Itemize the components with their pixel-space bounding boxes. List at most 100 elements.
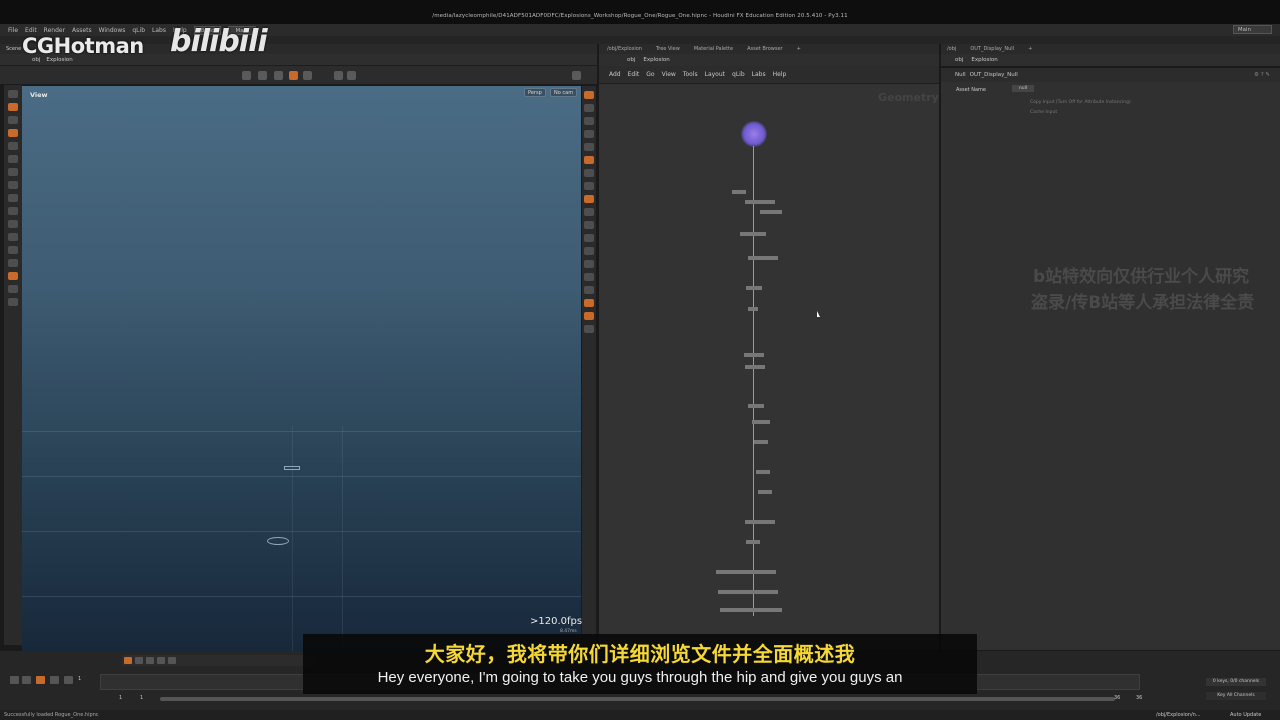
net-menu-help[interactable]: Help (773, 71, 787, 78)
hide-icon[interactable] (584, 260, 594, 268)
render-region-icon[interactable] (8, 272, 18, 280)
tab-tree-view[interactable]: Tree View (656, 46, 680, 52)
node[interactable] (746, 286, 762, 290)
display-icon[interactable] (8, 285, 18, 293)
menu-assets[interactable]: Assets (72, 27, 92, 34)
guide-icon[interactable] (584, 208, 594, 216)
lock-icon[interactable] (8, 129, 18, 137)
lock-icon[interactable] (584, 117, 594, 125)
ghost-icon[interactable] (584, 156, 594, 164)
rotate-tool-icon[interactable] (274, 71, 283, 80)
path-explosion[interactable]: Explosion (643, 57, 669, 63)
scene-viewport[interactable] (22, 86, 581, 651)
node[interactable] (746, 540, 760, 544)
handle-tool-icon[interactable] (289, 71, 298, 80)
tab-obj-explosion[interactable]: /obj/Explosion (607, 46, 642, 52)
node[interactable] (754, 440, 768, 444)
step-back-icon[interactable] (22, 676, 31, 684)
node[interactable] (756, 470, 770, 474)
frame-field[interactable]: 1 (78, 676, 81, 682)
gear-icon[interactable]: ⚙ ? ✎ (1254, 72, 1270, 78)
render-icon[interactable] (347, 71, 356, 80)
add-tab-icon[interactable]: + (1028, 46, 1032, 52)
wire-icon[interactable] (584, 104, 594, 112)
first-frame-icon[interactable] (10, 676, 19, 684)
handle-icon[interactable] (8, 155, 18, 163)
stop-icon[interactable] (135, 657, 143, 664)
node[interactable] (732, 190, 746, 194)
key-all-channels[interactable]: Key All Channels (1206, 692, 1266, 700)
no-cam-button[interactable]: No cam (550, 88, 578, 97)
node[interactable] (744, 353, 764, 357)
play-icon[interactable] (50, 676, 59, 684)
bg-icon[interactable] (584, 195, 594, 203)
snap-tool-icon[interactable] (8, 220, 18, 228)
select-tool-icon[interactable] (242, 71, 251, 80)
right-desktop-dropdown[interactable]: Main (1232, 25, 1272, 34)
asset-name-field[interactable]: null (1012, 85, 1034, 92)
snap2-icon[interactable] (584, 221, 594, 229)
zoom-icon[interactable] (146, 657, 154, 664)
network-editor[interactable] (599, 84, 939, 650)
flip-icon[interactable] (584, 286, 594, 294)
sel-icon[interactable] (584, 247, 594, 255)
range-end[interactable]: 36 (1114, 695, 1120, 701)
net-menu-qlib[interactable]: qLib (732, 71, 745, 78)
object-handle[interactable] (284, 466, 300, 470)
edit-icon[interactable] (8, 168, 18, 176)
range-start[interactable]: 1 (140, 695, 143, 701)
snap-icon[interactable] (157, 657, 165, 664)
end-frame[interactable]: 36 (1136, 695, 1142, 701)
magnet-icon[interactable] (8, 246, 18, 254)
node-name-field[interactable]: OUT_Display_Null (970, 72, 1018, 78)
network-dot-icon[interactable] (741, 121, 767, 147)
tab-material-palette[interactable]: Material Palette (694, 46, 733, 52)
menu-windows[interactable]: Windows (99, 27, 126, 34)
measure-icon[interactable] (8, 207, 18, 215)
net-menu-layout[interactable]: Layout (705, 71, 725, 78)
frame-icon[interactable] (584, 312, 594, 320)
net-menu-edit[interactable]: Edit (628, 71, 640, 78)
viewport-label[interactable]: View (30, 91, 48, 99)
node[interactable] (752, 420, 770, 424)
opts-icon[interactable] (584, 325, 594, 333)
net-menu-view[interactable]: View (662, 71, 676, 78)
node[interactable] (745, 520, 775, 524)
node[interactable] (718, 590, 778, 594)
grid-icon[interactable] (8, 233, 18, 241)
net-menu-go[interactable]: Go (646, 71, 654, 78)
stop-playback-icon[interactable] (36, 676, 45, 684)
node[interactable] (745, 200, 775, 204)
camera-icon[interactable] (334, 71, 343, 80)
add-tab-icon[interactable]: + (797, 46, 801, 52)
path-obj[interactable]: obj (627, 57, 635, 63)
menu-edit[interactable]: Edit (25, 27, 37, 34)
menu-labs[interactable]: Labs (152, 27, 166, 34)
point-icon[interactable] (584, 169, 594, 177)
display-icon[interactable] (584, 91, 594, 99)
light-icon[interactable] (584, 130, 594, 138)
sculpt-icon[interactable] (8, 194, 18, 202)
node[interactable] (720, 608, 782, 612)
last-frame-icon[interactable] (64, 676, 73, 684)
node[interactable] (745, 365, 765, 369)
node[interactable] (748, 256, 778, 260)
pose-icon[interactable] (8, 142, 18, 150)
tab-obj[interactable]: /obj (947, 46, 956, 52)
paint-icon[interactable] (8, 181, 18, 189)
camera-tool-icon[interactable] (8, 298, 18, 306)
vis-icon[interactable] (584, 234, 594, 242)
net-menu-add[interactable]: Add (609, 71, 621, 78)
node[interactable] (748, 404, 764, 408)
node[interactable] (758, 490, 772, 494)
tab-out-display-null[interactable]: OUT_Display_Null (970, 46, 1014, 52)
node[interactable] (740, 232, 766, 236)
path-obj[interactable]: obj (955, 57, 963, 63)
select-icon[interactable] (8, 103, 18, 111)
persp-button[interactable]: Persp (524, 88, 546, 97)
shade-icon[interactable] (584, 143, 594, 151)
move-icon[interactable] (8, 116, 18, 124)
start-frame[interactable]: 1 (119, 695, 122, 701)
menu-render[interactable]: Render (44, 27, 65, 34)
scene-path[interactable]: /obj/Explosion/n... (1156, 710, 1201, 720)
